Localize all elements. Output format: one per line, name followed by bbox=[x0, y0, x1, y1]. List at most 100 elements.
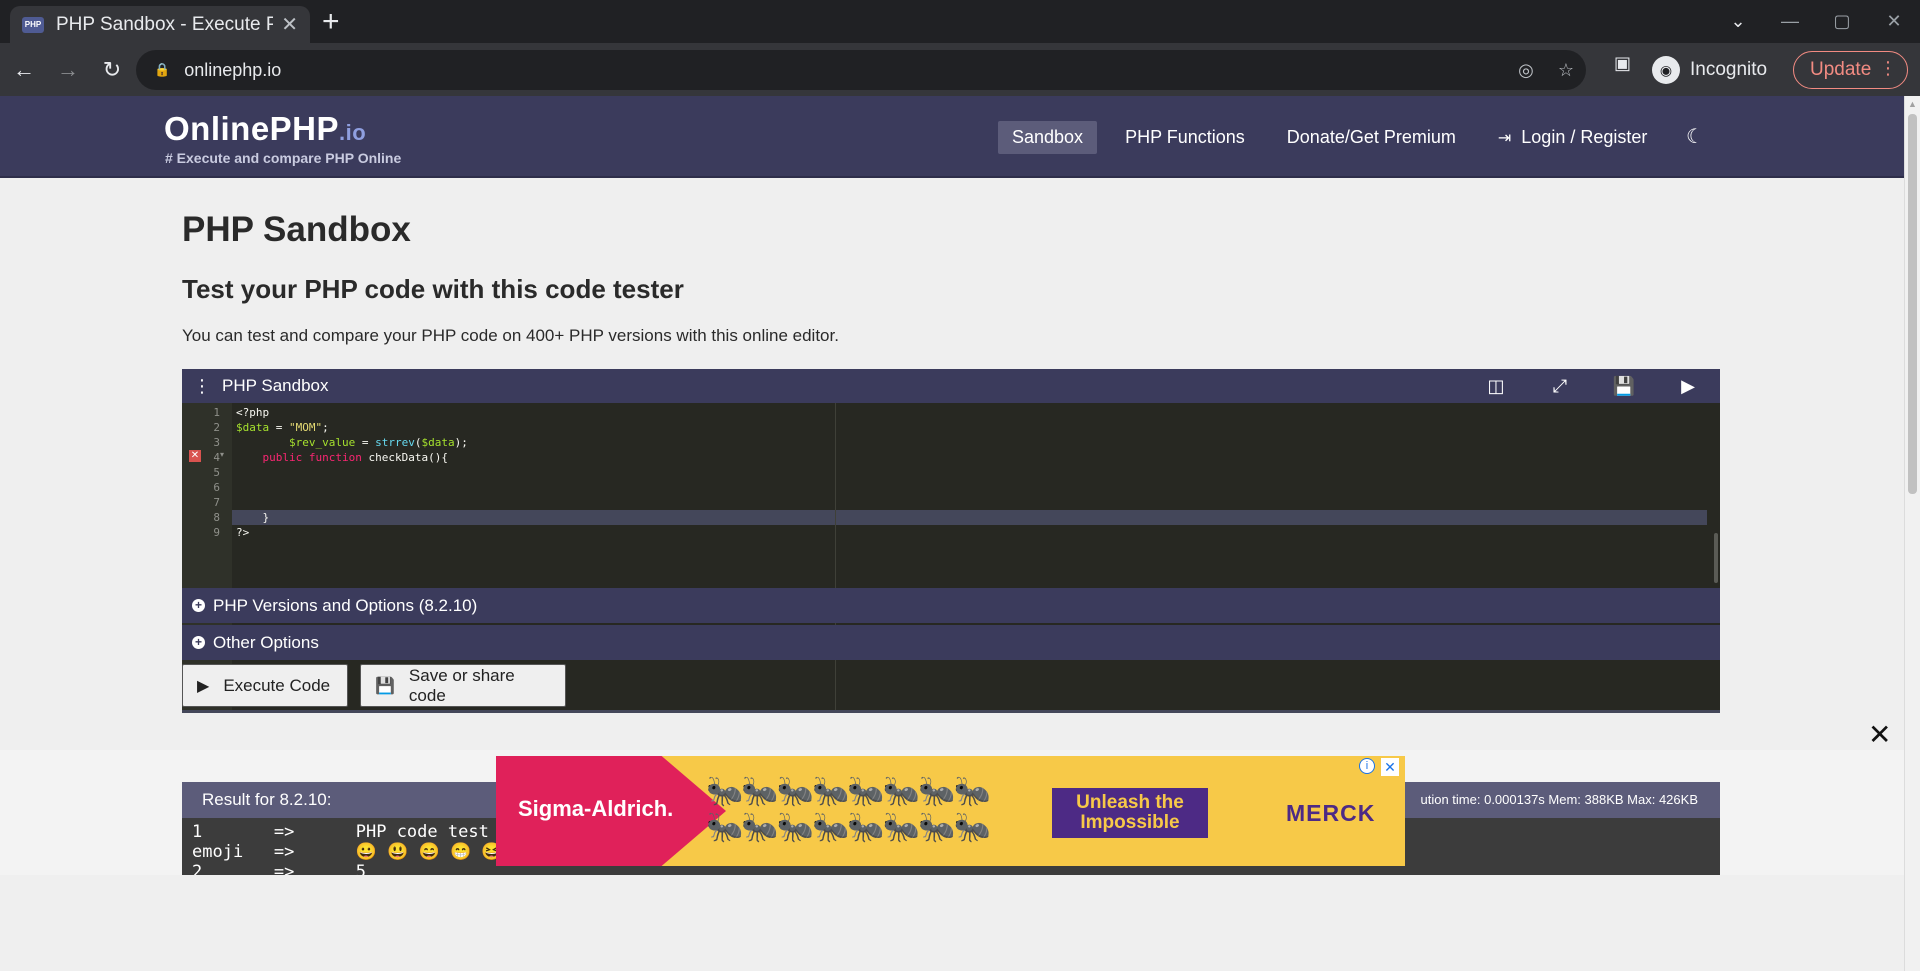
save-share-button[interactable]: 💾 Save or share code bbox=[360, 664, 566, 707]
update-button[interactable]: Update ⋮ bbox=[1793, 51, 1908, 89]
line-number: 9 bbox=[213, 526, 220, 539]
fold-arrow-icon[interactable]: ▾ bbox=[220, 450, 224, 459]
menu-dots-icon[interactable]: ⋮ bbox=[1879, 58, 1897, 79]
editor-scroll-thumb[interactable] bbox=[1714, 533, 1718, 583]
lock-icon[interactable]: 🔒 bbox=[154, 62, 170, 78]
window-close-icon[interactable]: ✕ bbox=[1868, 11, 1920, 32]
ad-brand: Sigma-Aldrich. bbox=[518, 796, 674, 821]
eye-off-icon[interactable]: ◎ bbox=[1506, 60, 1546, 81]
logo-text: OnlinePHP bbox=[164, 110, 340, 147]
code-line[interactable]: ?> bbox=[236, 525, 468, 540]
star-icon[interactable]: ☆ bbox=[1546, 60, 1586, 81]
other-options-label: Other Options bbox=[213, 632, 319, 652]
maximize-icon[interactable]: ▢ bbox=[1816, 11, 1868, 32]
line-number: 8 bbox=[213, 511, 220, 524]
result-meta: ution time: 0.000137s Mem: 388KB Max: 42… bbox=[1420, 792, 1699, 807]
php-versions-label: PHP Versions and Options (8.2.10) bbox=[213, 595, 478, 615]
browser-toolbar: ← → ↻ 🔒 onlinephp.io ◎ ☆ ▣ ◉ Incognito U… bbox=[0, 43, 1920, 96]
editor-split-divider[interactable] bbox=[835, 403, 836, 710]
scroll-up-icon[interactable]: ▲ bbox=[1908, 99, 1917, 109]
line-number: 5 bbox=[213, 466, 220, 479]
line-number: 4 bbox=[213, 451, 220, 464]
plus-circle-icon: + bbox=[192, 636, 205, 649]
address-bar[interactable]: 🔒 onlinephp.io ◎ ☆ bbox=[136, 50, 1586, 90]
execute-label: Execute Code bbox=[223, 675, 331, 695]
code-content[interactable]: <?php $data = "MOM"; $rev_value = strrev(… bbox=[236, 405, 468, 540]
split-view-icon[interactable]: ◫ bbox=[1464, 376, 1528, 397]
site-logo[interactable]: OnlinePHP.io bbox=[164, 110, 366, 148]
browser-tab-strip: PHP PHP Sandbox - Execute PH ✕ + ⌄ — ▢ ✕ bbox=[0, 0, 1920, 43]
nav-php-functions[interactable]: PHP Functions bbox=[1111, 121, 1259, 154]
url-text: onlinephp.io bbox=[184, 59, 282, 80]
intro-text: You can test and compare your PHP code o… bbox=[182, 326, 839, 345]
sandbox-menu-icon[interactable]: ⋮ bbox=[182, 376, 222, 397]
ad-sponsor-logo: MERCK bbox=[1286, 800, 1376, 826]
save-label: Save or share code bbox=[408, 665, 515, 705]
ad-close-icon[interactable]: ✕ bbox=[1868, 718, 1891, 751]
new-tab-icon[interactable]: + bbox=[322, 7, 340, 37]
code-line[interactable]: <?php bbox=[236, 405, 468, 420]
code-line[interactable] bbox=[236, 465, 468, 480]
fullscreen-icon[interactable]: ⤢ bbox=[1528, 376, 1592, 397]
page-scrollbar[interactable]: ▲ bbox=[1904, 96, 1920, 971]
site-tagline: # Execute and compare PHP Online bbox=[165, 150, 402, 166]
code-line[interactable]: public function checkData(){ bbox=[236, 450, 468, 465]
main-nav: Sandbox PHP Functions Donate/Get Premium… bbox=[998, 121, 1675, 154]
save-icon: 💾 bbox=[375, 677, 395, 695]
result-label: Result for 8.2.10: bbox=[202, 790, 332, 809]
nav-login-label: Login / Register bbox=[1521, 127, 1648, 147]
back-icon[interactable]: ← bbox=[4, 50, 44, 90]
incognito-indicator[interactable]: ◉ Incognito bbox=[1652, 50, 1767, 90]
update-label: Update bbox=[1810, 59, 1872, 80]
dark-mode-icon[interactable]: ☾ bbox=[1686, 124, 1704, 149]
nav-login[interactable]: ⇥ Login / Register bbox=[1484, 121, 1661, 154]
other-options-toggle[interactable]: + Other Options bbox=[182, 625, 1720, 660]
plus-circle-icon: + bbox=[192, 599, 205, 612]
nav-donate[interactable]: Donate/Get Premium bbox=[1273, 121, 1470, 154]
ad-dismiss-icon[interactable]: ✕ bbox=[1381, 758, 1399, 776]
page-viewport: OnlinePHP.io # Execute and compare PHP O… bbox=[0, 96, 1904, 971]
incognito-label: Incognito bbox=[1690, 59, 1768, 80]
window-controls: ⌄ — ▢ ✕ bbox=[1712, 0, 1920, 43]
code-line[interactable]: $data = "MOM"; bbox=[236, 420, 468, 435]
page-title: PHP Sandbox bbox=[182, 210, 411, 249]
line-number: 7 bbox=[213, 496, 220, 509]
sandbox-toolbar: ⋮ PHP Sandbox ◫ ⤢ 💾 ▶ bbox=[182, 369, 1720, 403]
incognito-icon: ◉ bbox=[1652, 56, 1680, 84]
login-icon: ⇥ bbox=[1497, 130, 1512, 147]
browser-tab[interactable]: PHP PHP Sandbox - Execute PH ✕ bbox=[10, 6, 310, 43]
php-versions-toggle[interactable]: + PHP Versions and Options (8.2.10) bbox=[182, 588, 1720, 623]
execute-code-button[interactable]: ▶ Execute Code bbox=[182, 664, 348, 707]
nav-sandbox[interactable]: Sandbox bbox=[998, 121, 1098, 154]
line-number: 3 bbox=[213, 436, 220, 449]
code-line[interactable]: $rev_value = strrev($data); bbox=[236, 435, 468, 450]
code-line[interactable]: } bbox=[236, 510, 468, 525]
tab-close-icon[interactable]: ✕ bbox=[281, 12, 298, 37]
forward-icon[interactable]: → bbox=[48, 50, 88, 90]
reload-icon[interactable]: ↻ bbox=[92, 50, 132, 90]
code-line[interactable] bbox=[236, 495, 468, 510]
line-numbers: 1 2 3 4 5 6 7 8 9 bbox=[182, 405, 220, 540]
line-number: 6 bbox=[213, 481, 220, 494]
tab-search-icon[interactable]: ⌄ bbox=[1712, 11, 1764, 32]
ad-cta-button[interactable]: Unleash the Impossible bbox=[1052, 788, 1208, 838]
advertisement-banner[interactable]: Sigma-Aldrich. 🐜🐜🐜🐜🐜🐜🐜🐜 🐜🐜🐜🐜🐜🐜🐜🐜 Unleash … bbox=[496, 756, 1405, 866]
ad-info-icon[interactable]: i bbox=[1359, 758, 1375, 774]
tab-title: PHP Sandbox - Execute PH bbox=[56, 13, 274, 35]
ad-ants-illustration: 🐜🐜🐜🐜🐜🐜🐜🐜 🐜🐜🐜🐜🐜🐜🐜🐜 bbox=[706, 775, 991, 844]
line-number: 1 bbox=[213, 406, 220, 419]
save-icon[interactable]: 💾 bbox=[1592, 376, 1656, 397]
play-icon: ▶ bbox=[197, 677, 210, 695]
php-favicon-icon: PHP bbox=[22, 16, 44, 33]
side-panel-icon[interactable]: ▣ bbox=[1614, 53, 1631, 74]
minimize-icon[interactable]: — bbox=[1764, 11, 1816, 32]
sandbox-title: PHP Sandbox bbox=[222, 376, 329, 395]
error-marker-icon[interactable]: ✕ bbox=[189, 450, 201, 462]
line-number: 2 bbox=[213, 421, 220, 434]
code-line[interactable] bbox=[236, 480, 468, 495]
page-subtitle: Test your PHP code with this code tester bbox=[182, 274, 684, 304]
site-header: OnlinePHP.io # Execute and compare PHP O… bbox=[0, 96, 1904, 178]
logo-suffix: .io bbox=[339, 120, 367, 145]
play-icon[interactable]: ▶ bbox=[1656, 376, 1720, 397]
scrollbar-thumb[interactable] bbox=[1908, 114, 1917, 494]
